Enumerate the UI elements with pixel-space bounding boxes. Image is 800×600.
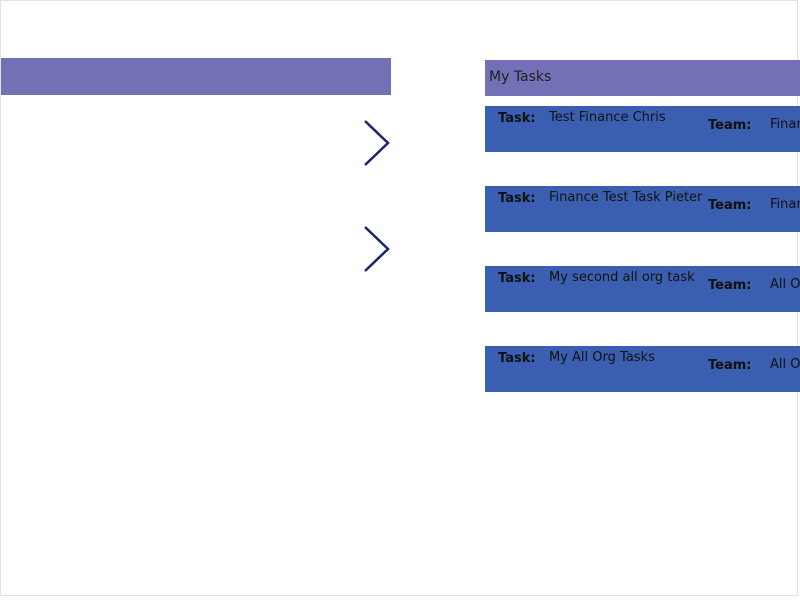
task-card[interactable]: Task: My All Org Tasks Team: All Org xyxy=(485,346,800,392)
task-label: Task: xyxy=(498,351,536,366)
team-name: All Org xyxy=(770,277,800,292)
task-card[interactable]: Task: Test Finance Chris Team: Finance xyxy=(485,106,800,152)
team-name: Finance xyxy=(770,117,800,132)
team-name: Finance xyxy=(770,197,800,212)
task-card[interactable]: Task: Finance Test Task Pieter Team: Fin… xyxy=(485,186,800,232)
left-list-item-2[interactable]: ner xyxy=(1,225,391,273)
task-card[interactable]: Task: My second all org task Team: All O… xyxy=(485,266,800,312)
task-label: Task: xyxy=(498,111,536,126)
task-name: Finance Test Task Pieter xyxy=(549,190,703,205)
chevron-right-icon[interactable] xyxy=(363,225,391,273)
team-name: All Org xyxy=(770,357,800,372)
task-name: My second all org task xyxy=(549,270,695,285)
team-label: Team: xyxy=(708,198,752,213)
team-label: Team: xyxy=(708,118,752,133)
team-label: Team: xyxy=(708,358,752,373)
my-tasks-title: My Tasks xyxy=(489,69,552,85)
left-panel-header xyxy=(1,58,391,95)
chevron-right-icon[interactable] xyxy=(363,119,391,167)
app-canvas: ner ner My Tasks Task: Test Finance Chri… xyxy=(0,0,800,596)
task-label: Task: xyxy=(498,191,536,206)
task-name: My All Org Tasks xyxy=(549,350,655,365)
left-list-item-1[interactable]: ner xyxy=(1,119,391,167)
task-label: Task: xyxy=(498,271,536,286)
my-tasks-header: My Tasks xyxy=(485,60,800,96)
team-label: Team: xyxy=(708,278,752,293)
task-name: Test Finance Chris xyxy=(549,110,666,125)
